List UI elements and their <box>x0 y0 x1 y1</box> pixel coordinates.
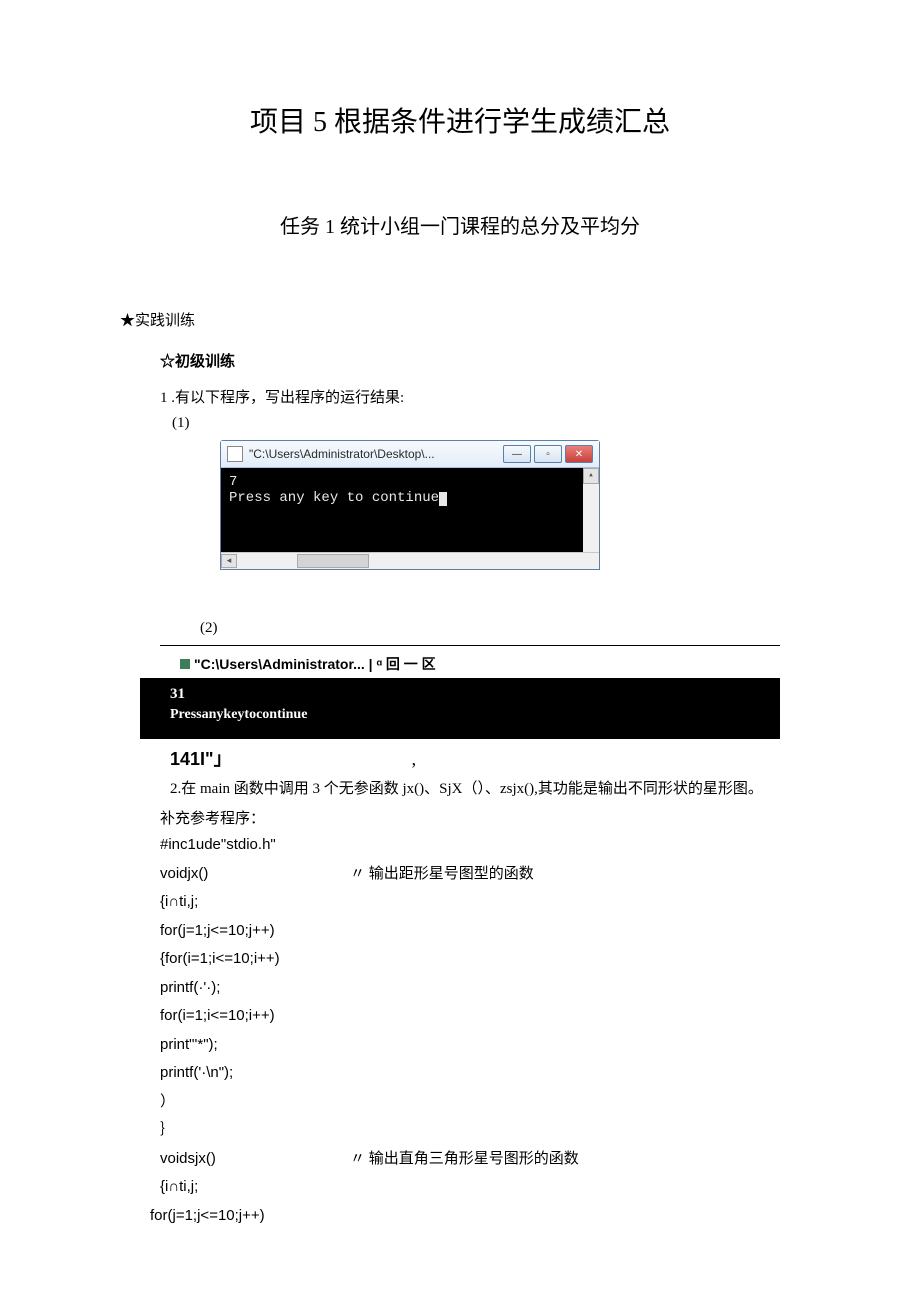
code-line: {for(i=1;i<=10;i++) <box>160 945 780 974</box>
scroll-left-icon[interactable]: ◂ <box>221 554 237 568</box>
code-block: #inc1ude"stdio.h" voidjx() 〃 输出距形星号图型的函数… <box>160 831 780 1230</box>
code-line: voidsjx() 〃 输出直角三角形星号图形的函数 <box>160 1145 780 1174</box>
code-line: ） <box>160 1088 780 1117</box>
code-line: {i∩ti,j; <box>160 888 780 917</box>
console-output-2: 31 Pressanykeytocontinue <box>140 678 780 739</box>
console2-line-1: 31 <box>170 686 750 703</box>
code-line: print"'*"); <box>160 1031 780 1060</box>
code-line: for(j=1;j<=10;j++) <box>160 917 780 946</box>
console-output: 7 Press any key to continue ▴ <box>221 468 599 552</box>
question-2: 2.在 main 函数中调用 3 个无参函数 jx()、SjX（）、zsjx()… <box>170 777 780 801</box>
cursor-icon <box>439 492 447 506</box>
subsection-heading: ☆初级训练 <box>160 350 780 371</box>
code-line: printf(·'·); <box>160 974 780 1003</box>
code-line: ｝ <box>160 1116 780 1145</box>
scroll-up-icon[interactable]: ▴ <box>583 468 599 484</box>
page-title: 项目 5 根据条件进行学生成绩汇总 <box>140 100 780 140</box>
scroll-thumb[interactable] <box>297 554 369 568</box>
task-subtitle: 任务 1 统计小组一门课程的总分及平均分 <box>140 210 780 239</box>
code-line: printf('·\n"); <box>160 1059 780 1088</box>
code-line: #inc1ude"stdio.h" <box>160 831 780 860</box>
horizontal-scrollbar[interactable]: ◂ <box>221 552 599 569</box>
app-icon-2 <box>180 659 190 669</box>
code-line: for(j=1;j<=10;j++) <box>150 1202 780 1231</box>
horizontal-rule <box>160 645 780 646</box>
window-title-text: "C:\Users\Administrator\Desktop\... <box>249 447 503 461</box>
document-page: 项目 5 根据条件进行学生成绩汇总 任务 1 统计小组一门课程的总分及平均分 ★… <box>0 0 920 1270</box>
maximize-button[interactable]: ▫ <box>534 445 562 463</box>
console-line-1: 7 <box>229 474 591 490</box>
code-line: for(i=1;i<=10;i++) <box>160 1002 780 1031</box>
close-button[interactable]: ✕ <box>565 445 593 463</box>
window-titlebar: "C:\Users\Administrator\Desktop\... — ▫ … <box>221 441 599 468</box>
window-2-title-text: "C:\Users\Administrator... | ᵅ 回 一 区 <box>194 654 436 674</box>
app-icon <box>227 446 243 462</box>
code-comment: 〃 输出距形星号图型的函数 <box>350 860 534 889</box>
code-comment: 〃 输出直角三角形星号图形的函数 <box>350 1145 579 1174</box>
console2-line-2: Pressanykeytocontinue <box>170 707 750 723</box>
window-2-title: "C:\Users\Administrator... | ᵅ 回 一 区 <box>180 654 780 674</box>
minimize-button[interactable]: — <box>503 445 531 463</box>
vertical-scrollbar[interactable]: ▴ <box>583 468 599 552</box>
code-line: {i∩ti,j; <box>160 1173 780 1202</box>
sub-item-2: (2) <box>200 620 780 637</box>
garbled-footer: 141I"」, <box>170 745 780 771</box>
console-window-1: "C:\Users\Administrator\Desktop\... — ▫ … <box>220 440 600 570</box>
sub-item-1: (1) <box>172 415 780 432</box>
question-2-sub: 补充参考程序： <box>160 807 780 831</box>
code-line: voidjx() 〃 输出距形星号图型的函数 <box>160 860 780 889</box>
window-buttons: — ▫ ✕ <box>503 445 593 463</box>
question-1: 1 .有以下程序，写出程序的运行结果: <box>160 386 780 407</box>
console-line-2: Press any key to continue <box>229 490 591 506</box>
section-heading: ★实践训练 <box>120 309 780 330</box>
